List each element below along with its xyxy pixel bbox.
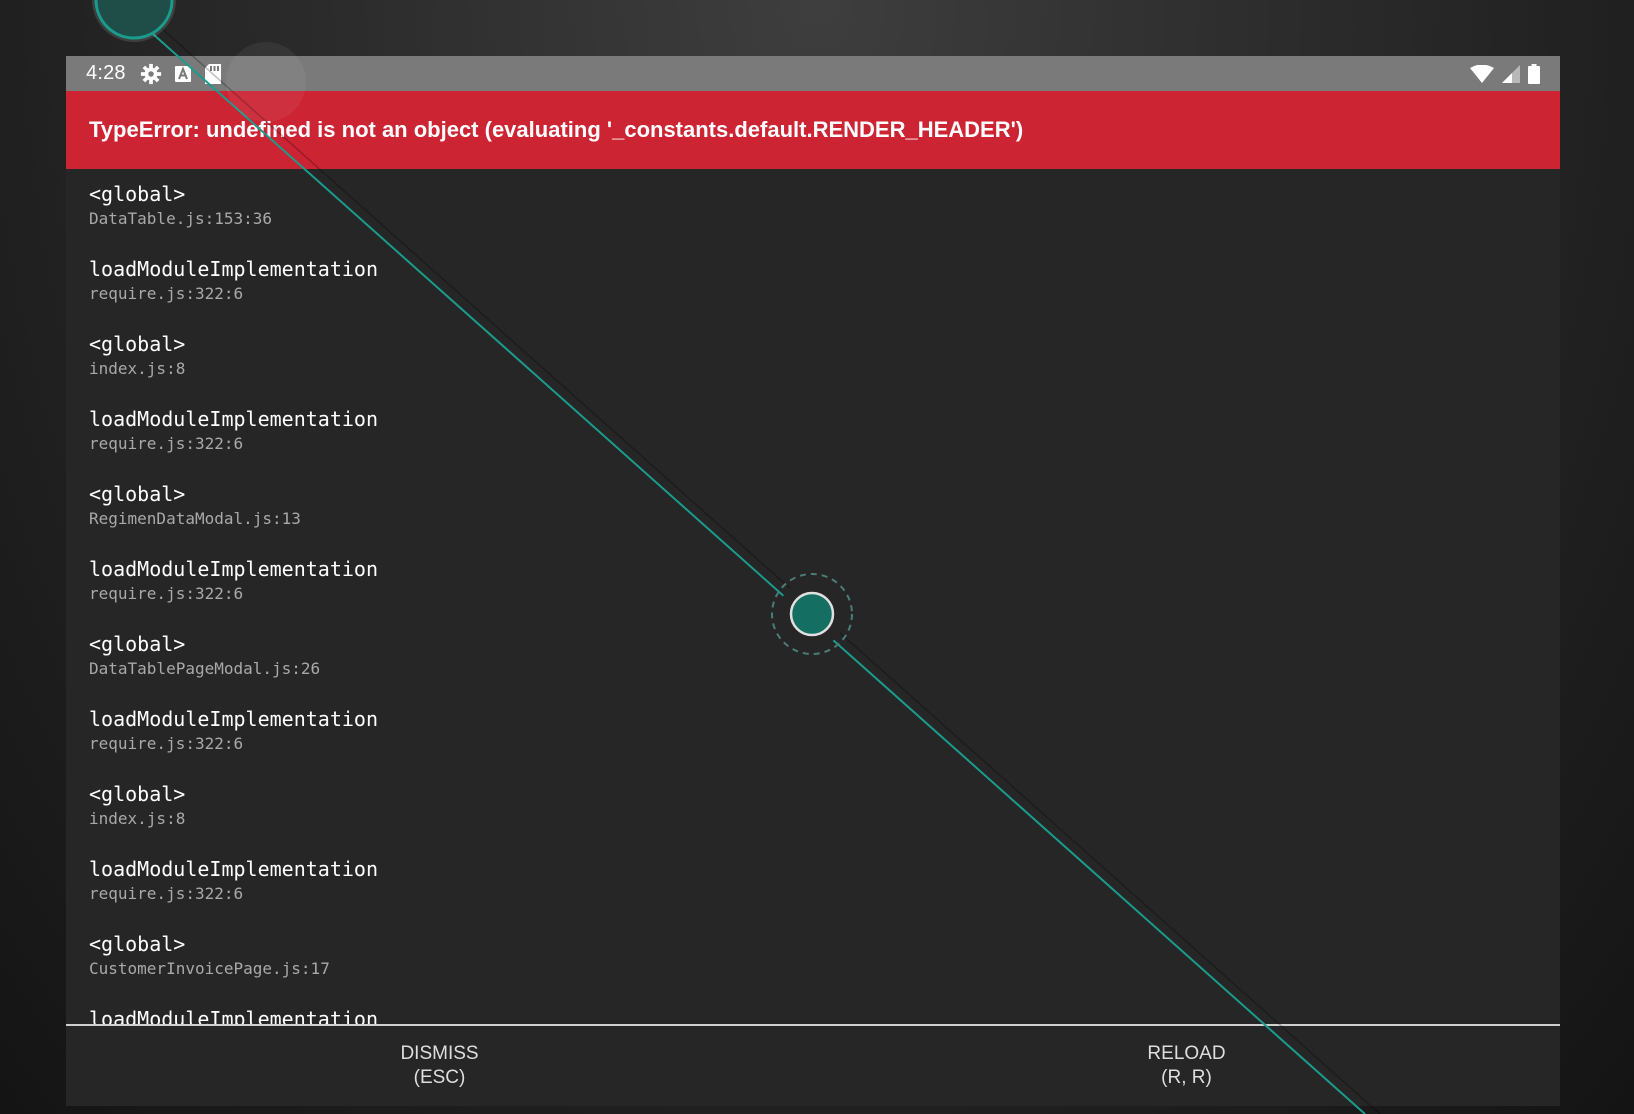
frame-file: require.js:322:6 [89, 434, 244, 453]
stack-frame[interactable]: <global> DataTable.js:153:36 [89, 181, 1560, 256]
stack-frame[interactable]: <global> index.js:8 [89, 331, 1560, 406]
signal-icon [1502, 64, 1520, 83]
status-time: 4:28 [86, 62, 126, 84]
frame-method: <global> [89, 182, 186, 206]
frame-method: <global> [89, 482, 186, 506]
frame-file: require.js:322:6 [89, 734, 244, 753]
frame-method: loadModuleImplementation [89, 707, 378, 731]
device-screen: 4:28 TypeError: undefined is not an obje… [66, 56, 1560, 1106]
stack-frame[interactable]: <global> DataTablePageModal.js:26 [89, 631, 1560, 706]
gear-icon [140, 63, 162, 85]
stack-frame[interactable]: loadModuleImplementation require.js:322:6 [89, 406, 1560, 481]
error-message-header: TypeError: undefined is not an object (e… [66, 91, 1560, 169]
frame-file: CustomerInvoicePage.js:17 [89, 959, 330, 978]
frame-method: loadModuleImplementation [89, 857, 378, 881]
stack-frame[interactable]: <global> RegimenDataModal.js:13 [89, 481, 1560, 556]
frame-file: DataTablePageModal.js:26 [89, 659, 321, 678]
frame-method: loadModuleImplementation [89, 557, 378, 581]
dismiss-label: DISMISS [400, 1043, 479, 1064]
frame-file: index.js:8 [89, 809, 186, 828]
frame-file: require.js:322:6 [89, 884, 244, 903]
reload-label: RELOAD [1147, 1043, 1226, 1064]
frame-method: <global> [89, 782, 186, 806]
dismiss-shortcut: (ESC) [413, 1067, 466, 1088]
touch-start-indicator [92, 0, 176, 42]
reload-shortcut: (R, R) [1161, 1067, 1212, 1088]
battery-icon [1528, 63, 1540, 84]
stack-frame[interactable]: loadModuleImplementation require.js:322:6 [89, 856, 1560, 931]
status-icons-right [1466, 63, 1544, 84]
frame-method: loadModuleImplementation [89, 407, 378, 431]
touch-start-dot [94, 0, 174, 40]
stack-frame[interactable]: <global> CustomerInvoicePage.js:17 [89, 931, 1560, 1006]
reload-button[interactable]: RELOAD (R, R) [813, 1026, 1560, 1106]
frame-file: DataTable.js:153:36 [89, 209, 273, 228]
frame-file: index.js:8 [89, 359, 186, 378]
frame-method: <global> [89, 332, 186, 356]
stack-frame[interactable]: loadModuleImplementation require.js:322:6 [89, 256, 1560, 331]
frame-method: <global> [89, 632, 186, 656]
stack-frame[interactable]: loadModuleImplementation require.js:322:6 [89, 556, 1560, 631]
frame-method: loadModuleImplementation [89, 257, 378, 281]
stack-trace-list[interactable]: <global> DataTable.js:153:36 loadModuleImp… [66, 169, 1560, 1027]
frame-file: require.js:322:6 [89, 284, 244, 303]
stack-frame[interactable]: <global> index.js:8 [89, 781, 1560, 856]
dismiss-button[interactable]: DISMISS (ESC) [66, 1026, 813, 1106]
frame-file: require.js:322:6 [89, 584, 244, 603]
frame-method: <global> [89, 932, 186, 956]
redbox-footer: DISMISS (ESC) RELOAD (R, R) [66, 1024, 1560, 1106]
wifi-icon [1470, 64, 1494, 83]
frame-file: RegimenDataModal.js:13 [89, 509, 301, 528]
error-message: TypeError: undefined is not an object (e… [89, 117, 1024, 142]
sd-card-icon [204, 63, 222, 85]
a-box-icon [174, 65, 192, 83]
status-bar: 4:28 [66, 56, 1560, 91]
stack-frame[interactable]: loadModuleImplementation require.js:322:6 [89, 706, 1560, 781]
